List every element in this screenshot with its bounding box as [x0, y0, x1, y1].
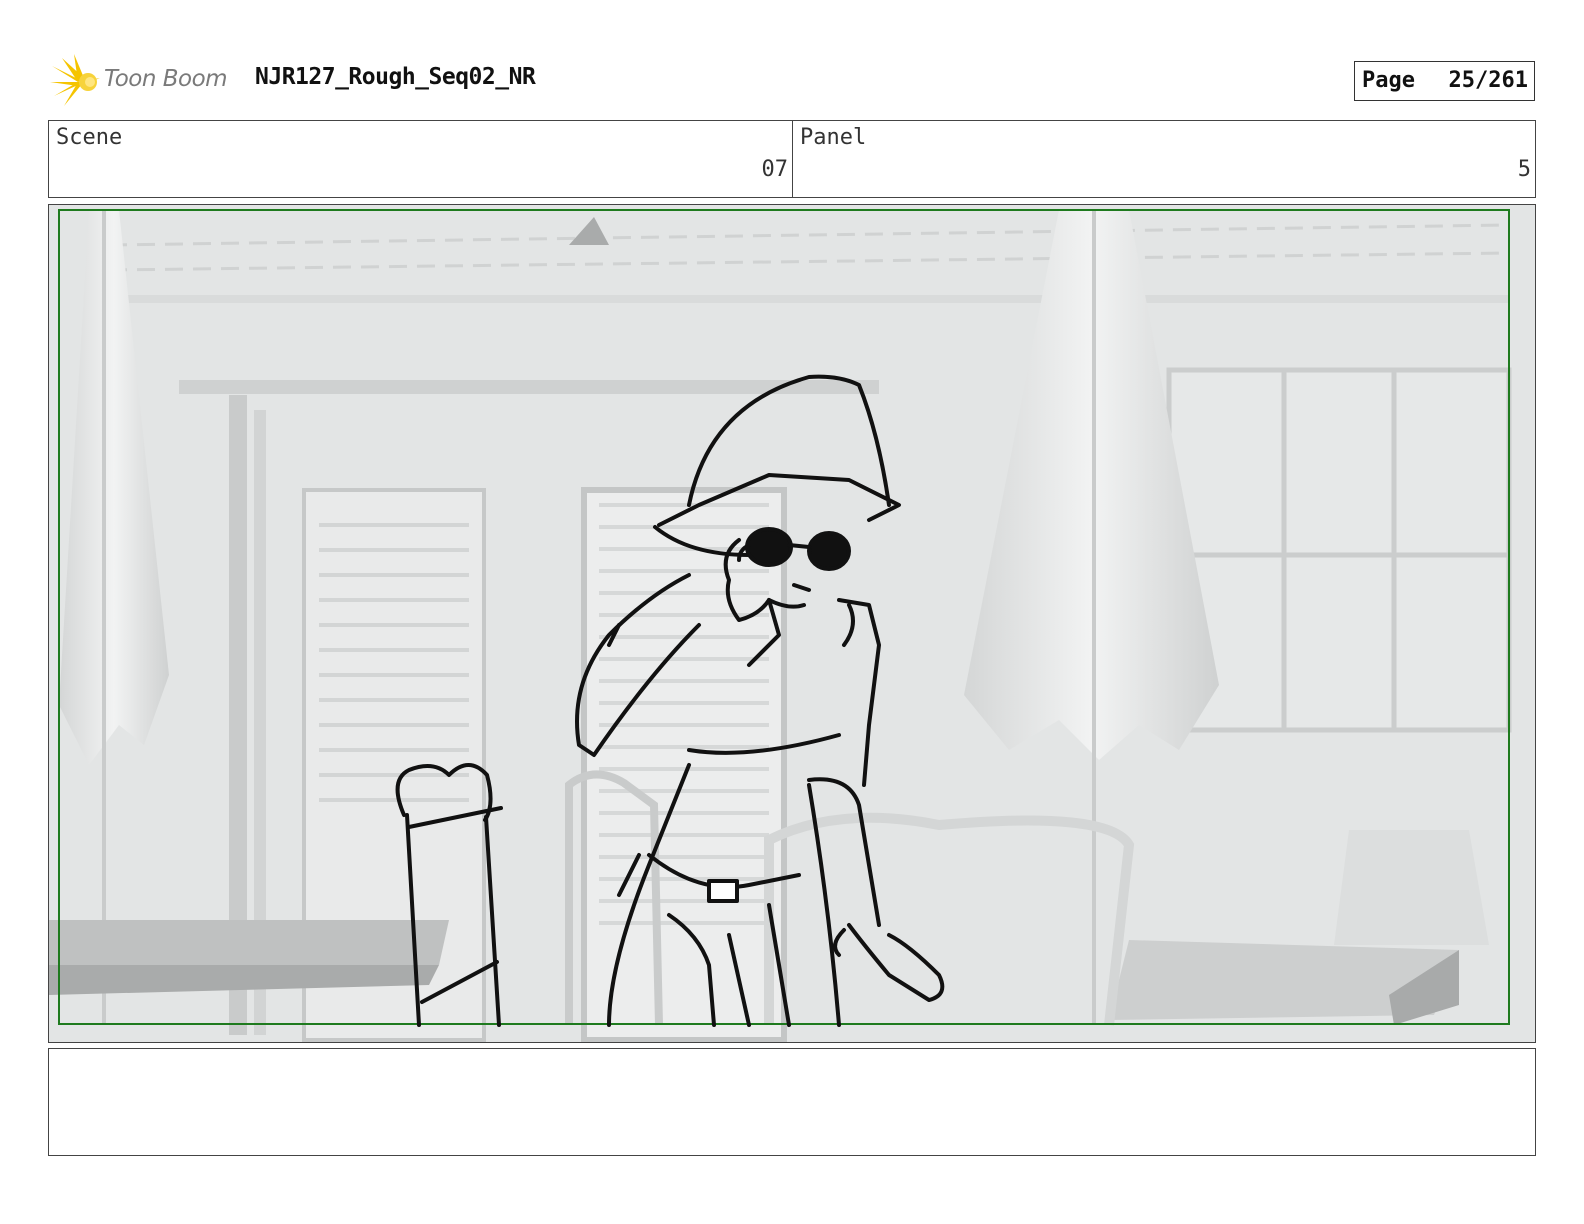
page-number: 25/261 — [1448, 67, 1528, 93]
logo-text: Toon Boom — [104, 66, 228, 92]
scene-panel-row: Scene 07 Panel 5 — [48, 120, 1536, 198]
notes-box — [48, 1048, 1536, 1156]
scene-cell: Scene 07 — [49, 121, 793, 197]
panel-cell: Panel 5 — [793, 121, 1535, 197]
page-indicator: Page 25/261 — [1354, 61, 1535, 101]
storyboard-drawing — [49, 205, 1535, 1042]
scene-number: 07 — [761, 157, 789, 182]
panel-number: 5 — [1517, 157, 1531, 182]
document-title: NJR127_Rough_Seq02_NR — [255, 64, 536, 90]
page-label: Page — [1362, 67, 1415, 93]
scene-label: Scene — [56, 125, 123, 150]
storyboard-panel-image — [48, 204, 1536, 1043]
toon-boom-star-icon — [50, 54, 100, 106]
panel-label: Panel — [800, 125, 867, 150]
toon-boom-logo: Toon Boom — [50, 52, 240, 110]
